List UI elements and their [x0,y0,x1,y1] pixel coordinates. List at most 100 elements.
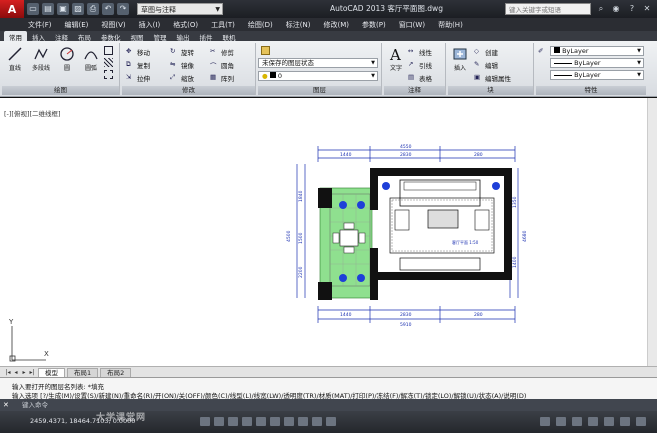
snap-mode-icon[interactable] [200,417,210,426]
polar-tracking-icon[interactable] [242,417,252,426]
lock-icon[interactable] [588,417,598,426]
open-icon[interactable]: ▤ [42,3,54,15]
model-space-icon[interactable] [540,417,550,426]
menu-modify[interactable]: 修改(M) [323,20,349,30]
user-icon[interactable]: ◉ [610,3,622,15]
leader-button[interactable]: ↗ 引线 [408,59,432,70]
next-tab-icon[interactable]: ▸ [20,369,28,376]
dynamic-input-icon[interactable] [298,417,308,426]
menu-edit[interactable]: 编辑(E) [65,20,89,30]
plot-icon[interactable]: ⎙ [87,3,99,15]
save-icon[interactable]: ▣ [57,3,69,15]
menu-file[interactable]: 文件(F) [28,20,52,30]
ortho-mode-icon[interactable] [228,417,238,426]
insert-block-button[interactable]: 插入 [449,44,471,76]
redo-icon[interactable]: ↷ [117,3,129,15]
properties-panel-title[interactable]: 特性 [536,86,646,95]
text-button[interactable]: A 文字 [385,44,407,76]
array-button[interactable]: ▦ 阵列 [210,72,234,83]
move-button[interactable]: ✥ 移动 [126,46,150,57]
object-snap-icon[interactable] [256,417,266,426]
close-icon[interactable]: ✕ [641,3,653,15]
clean-screen-icon[interactable] [636,417,646,426]
tab-insert[interactable]: 插入 [27,31,50,42]
tab-plugins[interactable]: 插件 [195,31,218,42]
save-as-icon[interactable]: ▨ [72,3,84,15]
layer-properties-button[interactable] [261,45,272,56]
current-layer-select[interactable]: ● 0 ▼ [258,71,378,81]
modify-panel-title[interactable]: 修改 [122,86,255,95]
menu-format[interactable]: 格式(O) [173,20,198,30]
trim-button[interactable]: ✂ 修剪 [210,46,234,57]
tab-output[interactable]: 输出 [172,31,195,42]
table-button[interactable]: ▤ 表格 [408,72,432,83]
object-snap-tracking-icon[interactable] [270,417,280,426]
menu-insert[interactable]: 插入(I) [139,20,161,30]
match-properties-button[interactable]: ✐ [538,46,549,57]
transparency-icon[interactable] [326,417,336,426]
application-menu-button[interactable]: A [0,0,24,18]
scale-button[interactable]: ⤢ 缩放 [170,72,194,83]
menu-help[interactable]: 帮助(H) [438,20,463,30]
undo-icon[interactable]: ↶ [102,3,114,15]
menu-parametric[interactable]: 参数(P) [362,20,386,30]
rotate-button[interactable]: ↻ 旋转 [170,46,194,57]
new-icon[interactable]: ▭ [27,3,39,15]
edit-attributes-button[interactable]: ▣ 编辑属性 [474,72,511,83]
layers-panel-title[interactable]: 图层 [258,86,381,95]
prev-tab-icon[interactable]: ◂ [12,369,20,376]
arc-button[interactable]: 圆弧 [80,44,102,76]
stretch-button[interactable]: ⇲ 拉伸 [126,72,150,83]
help-icon[interactable]: ? [626,3,638,15]
lineweight-select[interactable]: ByLayer ▼ [550,70,644,80]
drawing-canvas[interactable]: [-][俯视][二维线框] 4550 1440 2830 280 1440 28… [0,98,657,366]
menu-draw[interactable]: 绘图(D) [248,20,273,30]
workspace-select[interactable]: 草图与注释 ▼ [137,3,223,15]
create-block-button[interactable]: ◇ 创建 [474,46,498,57]
close-icon[interactable]: ✕ [3,401,9,409]
line-button[interactable]: 直线 [4,44,26,76]
last-tab-icon[interactable]: ▸| [28,369,36,376]
fillet-button[interactable]: ⌒ 圆角 [210,59,234,71]
color-select[interactable]: ByLayer ▼ [550,46,644,56]
tab-layout2[interactable]: 布局2 [100,367,132,377]
hatch-tool[interactable] [104,57,115,68]
help-search-input[interactable]: 键入关键字或短语 [505,3,591,15]
tab-annotate[interactable]: 注释 [50,31,73,42]
rectangle-tool[interactable] [104,45,115,56]
menu-view[interactable]: 视图(V) [101,20,125,30]
polyline-button[interactable]: 多段线 [28,44,54,76]
tab-parametric[interactable]: 参数化 [96,31,126,42]
lineweight-toggle-icon[interactable] [312,417,322,426]
tab-online[interactable]: 联机 [218,31,241,42]
workspace-switch-icon[interactable] [572,417,582,426]
first-tab-icon[interactable]: |◂ [4,369,12,376]
tab-model[interactable]: 模型 [38,367,65,377]
dynamic-ucs-icon[interactable] [284,417,294,426]
annotation-scale-icon[interactable] [556,417,566,426]
region-tool[interactable] [104,69,115,80]
tab-home[interactable]: 常用 [4,31,27,42]
grid-display-icon[interactable] [214,417,224,426]
search-icon[interactable]: ⌕ [595,3,607,15]
block-panel-title[interactable]: 块 [448,86,533,95]
linear-dim-button[interactable]: ↔ 线性 [408,46,432,57]
tab-view[interactable]: 视图 [126,31,149,42]
tab-layout1[interactable]: 布局1 [67,367,99,377]
edit-block-button[interactable]: ✎ 编辑 [474,59,498,70]
circle-button[interactable]: 圆 [56,44,78,76]
draw-panel-title[interactable]: 绘图 [2,86,119,95]
copy-button[interactable]: ⧉ 复制 [126,59,150,70]
isolate-objects-icon[interactable] [620,417,630,426]
vertical-scrollbar[interactable] [647,98,657,366]
hardware-acceleration-icon[interactable] [604,417,614,426]
annotation-panel-title[interactable]: 注释 [384,86,445,95]
layer-state-select[interactable]: 未保存的图层状态 ▼ [258,58,378,68]
menu-window[interactable]: 窗口(W) [399,20,425,30]
command-input[interactable]: 键入命令 [22,401,322,409]
tab-manage[interactable]: 管理 [149,31,172,42]
menu-dimension[interactable]: 标注(N) [286,20,311,30]
mirror-button[interactable]: ⇋ 镜像 [170,59,194,70]
menu-tools[interactable]: 工具(T) [211,20,235,30]
tab-layout[interactable]: 布局 [73,31,96,42]
